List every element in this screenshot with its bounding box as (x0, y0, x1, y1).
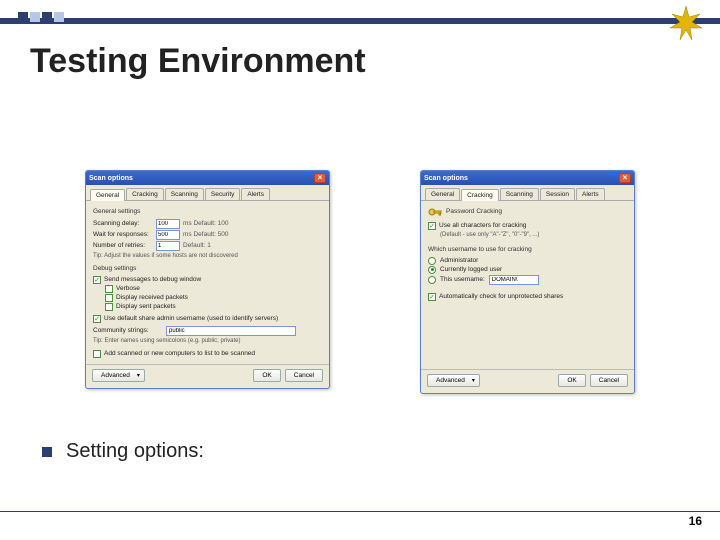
bullet-text: Setting options: (66, 440, 204, 463)
tab-cracking[interactable]: Cracking (126, 188, 164, 200)
tab-alerts[interactable]: Alerts (241, 188, 270, 200)
checkbox-verbose-label: Verbose (116, 285, 140, 293)
checkbox-send-debug-label: Send messages to debug window (104, 276, 201, 284)
button-row: Advanced OK Cancel (86, 364, 329, 388)
debug-settings-title: Debug settings (93, 265, 322, 273)
checkbox-send-debug[interactable]: ✓ (93, 276, 101, 284)
wait-responses-hint: ms Default: 500 (183, 231, 229, 239)
radio-this-username-label: This username: (440, 276, 485, 284)
tab-general[interactable]: General (90, 189, 125, 201)
checkbox-display-sent[interactable] (105, 303, 113, 311)
retries-input[interactable] (156, 241, 180, 251)
scanning-delay-input[interactable] (156, 219, 180, 229)
tab-general[interactable]: General (425, 188, 460, 200)
scan-options-dialog-general: Scan options × General Cracking Scanning… (85, 170, 330, 389)
page-number: 16 (689, 514, 702, 528)
scanning-delay-hint: ms Default: 100 (183, 220, 229, 228)
key-icon (428, 206, 442, 218)
header-band (0, 18, 720, 24)
tab-scanning[interactable]: Scanning (165, 188, 204, 200)
radio-this-username[interactable] (428, 276, 436, 284)
checkbox-display-sent-label: Display sent packets (116, 303, 176, 311)
radio-current-user-label: Currently logged user (440, 266, 502, 274)
checkbox-all-chars[interactable]: ✓ (428, 222, 436, 230)
close-icon[interactable]: × (314, 173, 326, 183)
tabs: General Cracking Scanning Security Alert… (86, 185, 329, 201)
checkbox-verbose[interactable] (105, 285, 113, 293)
checkbox-display-received-label: Display received packets (116, 294, 188, 302)
checkbox-add-scanned[interactable] (93, 350, 101, 358)
cancel-button[interactable]: Cancel (590, 374, 628, 387)
password-cracking-title: Password Cracking (446, 208, 502, 216)
which-username-label: Which username to use for cracking (428, 246, 627, 254)
header-squares (18, 12, 64, 22)
tab-alerts[interactable]: Alerts (576, 188, 605, 200)
close-icon[interactable]: × (619, 173, 631, 183)
checkbox-add-scanned-label: Add scanned or new computers to list to … (104, 350, 255, 358)
scan-options-dialog-cracking: Scan options × General Cracking Scanning… (420, 170, 635, 394)
titlebar[interactable]: Scan options × (421, 171, 634, 185)
button-row: Advanced OK Cancel (421, 369, 634, 393)
tab-session[interactable]: Session (540, 188, 575, 200)
wait-responses-input[interactable] (156, 230, 180, 240)
general-settings-title: General settings (93, 208, 322, 216)
scanning-delay-label: Scanning delay: (93, 220, 153, 228)
advanced-button[interactable]: Advanced (427, 374, 480, 387)
tab-cracking[interactable]: Cracking (461, 189, 499, 201)
community-strings-input[interactable] (166, 326, 296, 336)
ok-button[interactable]: OK (253, 369, 280, 382)
bullet-icon (42, 447, 52, 457)
cancel-button[interactable]: Cancel (285, 369, 323, 382)
community-strings-label: Community strings: (93, 327, 163, 335)
radio-administrator-label: Administrator (440, 257, 478, 265)
default-chars-note: (Default - use only "A"-"Z", "0"-"9", ..… (440, 232, 627, 240)
checkbox-use-share[interactable]: ✓ (93, 315, 101, 323)
checkbox-display-received[interactable] (105, 294, 113, 302)
tab-scanning[interactable]: Scanning (500, 188, 539, 200)
footer-line (0, 511, 720, 512)
checkbox-use-share-label: Use default share admin username (used t… (104, 315, 278, 323)
retries-hint: Default: 1 (183, 242, 211, 250)
logo-icon (662, 4, 710, 46)
tip-adjust: Tip: Adjust the values if some hosts are… (93, 253, 322, 261)
ok-button[interactable]: OK (558, 374, 585, 387)
tab-security[interactable]: Security (205, 188, 240, 200)
radio-administrator[interactable] (428, 257, 436, 265)
radio-current-user[interactable] (428, 266, 436, 274)
wait-responses-label: Wait for responses: (93, 231, 153, 239)
advanced-button[interactable]: Advanced (92, 369, 145, 382)
retries-label: Number of retries: (93, 242, 153, 250)
this-username-input[interactable] (489, 275, 539, 285)
checkbox-all-chars-label: Use all characters for cracking (439, 222, 526, 230)
dialog-title: Scan options (424, 175, 468, 182)
tip-community: Tip: Enter names using semicolons (e.g. … (93, 338, 322, 346)
checkbox-auto-check-label: Automatically check for unprotected shar… (439, 293, 563, 301)
slide-title: Testing Environment (30, 42, 366, 81)
tabs: General Cracking Scanning Session Alerts (421, 185, 634, 201)
checkbox-auto-check[interactable]: ✓ (428, 293, 436, 301)
bullet-item: Setting options: (42, 440, 204, 463)
dialog-title: Scan options (89, 175, 133, 182)
titlebar[interactable]: Scan options × (86, 171, 329, 185)
